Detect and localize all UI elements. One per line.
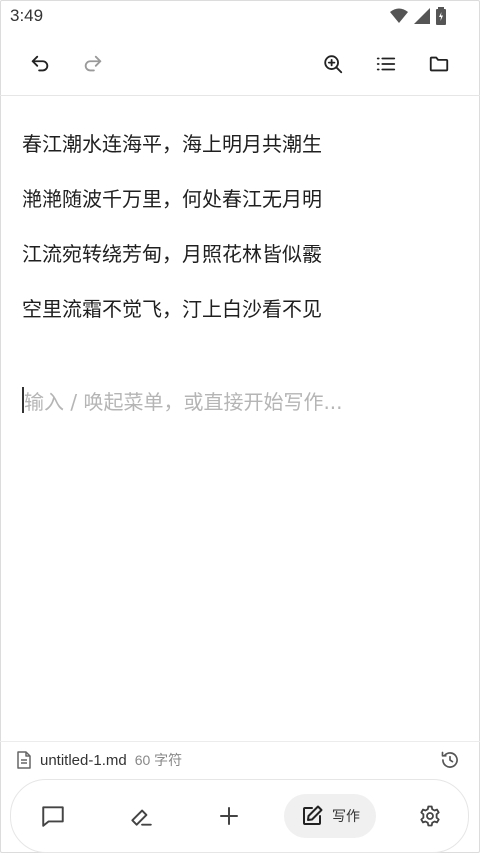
folder-button[interactable]	[415, 40, 463, 88]
file-name: untitled-1.md	[40, 751, 127, 769]
redo-icon	[84, 55, 102, 72]
editor-input[interactable]: 输入 / 唤起菜单，或直接开始写作...	[22, 382, 343, 418]
folder-icon	[429, 56, 449, 72]
zoom-icon	[324, 55, 343, 74]
bottom-nav: 写作	[10, 779, 469, 853]
pen-icon	[131, 809, 152, 826]
undo-icon	[31, 55, 49, 72]
history-button[interactable]	[440, 750, 462, 772]
file-info: untitled-1.md 60 字符	[16, 748, 182, 772]
battery-icon	[436, 7, 446, 25]
footer-divider	[0, 741, 480, 742]
list-icon	[376, 57, 396, 71]
status-time: 3:49	[10, 6, 44, 25]
top-toolbar	[0, 40, 480, 90]
redo-button[interactable]	[69, 40, 117, 88]
gear-icon	[420, 805, 440, 827]
text-line[interactable]: 江流宛转绕芳甸，月照花林皆似霰	[22, 236, 462, 291]
document-icon	[17, 751, 31, 769]
history-icon	[441, 751, 458, 768]
toolbar-divider	[0, 95, 480, 96]
comment-icon	[42, 806, 64, 827]
editor-content[interactable]: 春江潮水连海平，海上明月共潮生 滟滟随波千万里，何处春江无月明 江流宛转绕芳甸，…	[22, 126, 462, 346]
wifi-icon	[390, 8, 408, 23]
status-bar: 3:49	[0, 0, 480, 34]
pen-button[interactable]	[119, 794, 163, 838]
plus-icon	[220, 807, 238, 825]
add-button[interactable]	[207, 794, 251, 838]
undo-button[interactable]	[16, 40, 64, 88]
edit-icon	[303, 805, 323, 825]
write-tab[interactable]: 写作	[284, 794, 376, 838]
write-tab-label: 写作	[332, 809, 360, 825]
comment-button[interactable]	[31, 794, 75, 838]
zoom-button[interactable]	[309, 40, 357, 88]
outline-button[interactable]	[362, 40, 410, 88]
text-line[interactable]: 空里流霜不觉飞，汀上白沙看不见	[22, 291, 462, 346]
signal-icon	[414, 8, 430, 24]
editor-placeholder: 输入 / 唤起菜单，或直接开始写作...	[24, 389, 343, 414]
char-count: 60 字符	[134, 752, 183, 768]
settings-button[interactable]	[408, 794, 452, 838]
text-line[interactable]: 滟滟随波千万里，何处春江无月明	[22, 181, 462, 236]
status-icons	[390, 7, 446, 25]
text-line[interactable]: 春江潮水连海平，海上明月共潮生	[22, 126, 462, 181]
